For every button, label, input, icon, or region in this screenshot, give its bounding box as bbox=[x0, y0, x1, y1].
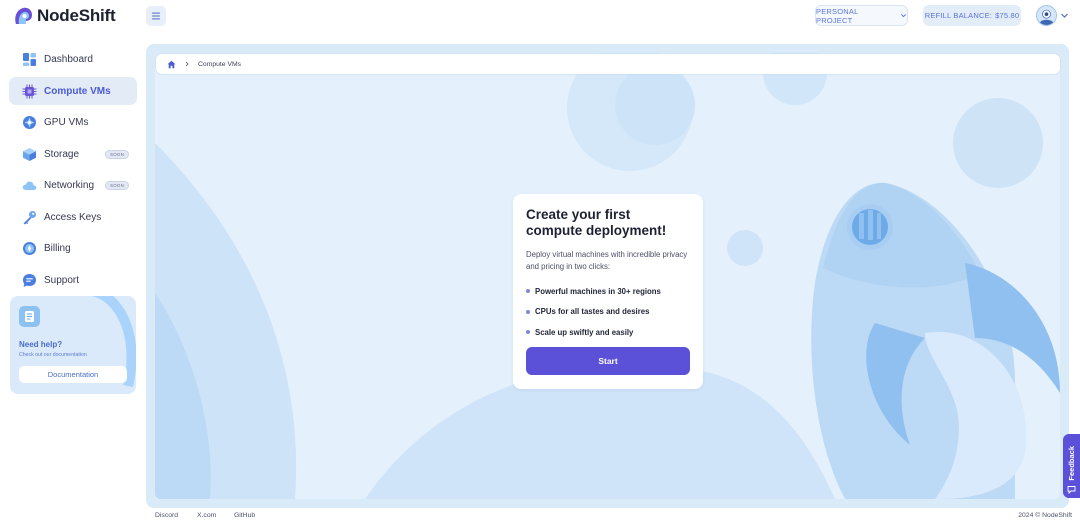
footer-link-x[interactable]: X.com bbox=[197, 512, 216, 519]
dashboard-icon bbox=[22, 52, 37, 67]
feedback-tab[interactable]: Feedback bbox=[1063, 434, 1080, 498]
sidebar-item-compute-vms[interactable]: Compute VMs bbox=[9, 77, 137, 105]
nodeshift-logo[interactable]: NodeShift bbox=[12, 5, 116, 27]
bullet-icon bbox=[526, 309, 530, 314]
list-item: Powerful machines in 30+ regions bbox=[526, 281, 690, 302]
support-icon bbox=[22, 273, 37, 288]
feedback-label: Feedback bbox=[1067, 446, 1076, 481]
copyright: 2024 © NodeShift bbox=[1018, 512, 1072, 519]
chip-icon bbox=[22, 84, 37, 99]
empty-state-card: Create your first compute deployment! De… bbox=[513, 194, 703, 389]
list-item: Scale up swiftly and easily bbox=[526, 322, 690, 343]
sidebar-item-networking[interactable]: Networking SOON bbox=[9, 171, 137, 199]
refill-balance-button[interactable]: REFILL BALANCE: $75.80 bbox=[923, 5, 1021, 26]
sidebar-item-label: Support bbox=[44, 274, 80, 286]
home-icon[interactable] bbox=[167, 60, 176, 69]
avatar bbox=[1036, 5, 1057, 26]
cloud-icon bbox=[22, 178, 37, 193]
storage-icon bbox=[22, 147, 37, 162]
start-button[interactable]: Start bbox=[526, 347, 690, 375]
sidebar-item-support[interactable]: Support bbox=[9, 266, 137, 294]
chevron-down-icon bbox=[1061, 13, 1068, 18]
feature-text: Powerful machines in 30+ regions bbox=[535, 286, 661, 296]
user-avatar-icon bbox=[1037, 6, 1056, 25]
footer: Discord X.com GitHub 2024 © NodeShift bbox=[0, 512, 1080, 522]
documentation-button[interactable]: Documentation bbox=[19, 366, 127, 383]
card-title: Create your first compute deployment! bbox=[526, 207, 667, 238]
key-icon bbox=[22, 210, 37, 225]
gpu-icon bbox=[22, 115, 37, 130]
user-menu[interactable] bbox=[1036, 5, 1069, 26]
list-item: CPUs for all tastes and desires bbox=[526, 302, 690, 323]
feedback-icon bbox=[1067, 486, 1076, 494]
sidebar-item-label: Compute VMs bbox=[44, 85, 111, 97]
feature-text: CPUs for all tastes and desires bbox=[535, 307, 650, 317]
nodeshift-logo-icon bbox=[15, 7, 33, 24]
project-selector[interactable]: PERSONAL PROJECT bbox=[815, 5, 908, 26]
soon-badge: SOON bbox=[105, 150, 130, 159]
sidebar-item-label: Networking bbox=[44, 179, 95, 191]
feature-list: Powerful machines in 30+ regions CPUs fo… bbox=[526, 281, 690, 343]
sidebar-item-billing[interactable]: Billing bbox=[9, 234, 137, 262]
help-card: Need help? Check out our documentation D… bbox=[10, 296, 136, 394]
sidebar-item-label: Billing bbox=[44, 242, 71, 254]
hamburger-icon bbox=[152, 12, 160, 20]
sidebar-item-gpu-vms[interactable]: GPU VMs bbox=[9, 108, 137, 136]
sidebar-item-dashboard[interactable]: Dashboard bbox=[9, 45, 137, 73]
balance-label: REFILL BALANCE: bbox=[924, 11, 993, 20]
chevron-right-icon bbox=[185, 61, 189, 67]
menu-toggle-button[interactable] bbox=[146, 6, 166, 26]
footer-link-github[interactable]: GitHub bbox=[234, 512, 255, 519]
document-icon bbox=[19, 306, 40, 327]
chevron-down-icon bbox=[901, 14, 907, 18]
feature-text: Scale up swiftly and easily bbox=[535, 327, 634, 337]
sidebar-item-label: Dashboard bbox=[44, 53, 93, 65]
project-label: PERSONAL PROJECT bbox=[816, 6, 859, 25]
help-title: Need help? bbox=[19, 340, 63, 349]
help-subtitle: Check out our documentation bbox=[19, 352, 87, 358]
footer-link-discord[interactable]: Discord bbox=[155, 512, 178, 519]
sidebar-item-label: Access Keys bbox=[44, 211, 102, 223]
breadcrumb: Compute VMs bbox=[156, 54, 1060, 74]
app-name: NodeShift bbox=[37, 6, 116, 25]
card-description: Deploy virtual machines with incredible … bbox=[526, 250, 688, 271]
billing-icon bbox=[22, 241, 37, 256]
breadcrumb-current: Compute VMs bbox=[198, 60, 242, 68]
sidebar-item-storage[interactable]: Storage SOON bbox=[9, 140, 137, 168]
balance-value: $75.80 bbox=[995, 11, 1020, 20]
sidebar-item-access-keys[interactable]: Access Keys bbox=[9, 203, 137, 231]
sidebar-item-label: Storage bbox=[44, 148, 80, 160]
soon-badge: SOON bbox=[105, 181, 130, 190]
sidebar-item-label: GPU VMs bbox=[44, 116, 89, 128]
bullet-icon bbox=[526, 330, 530, 335]
bullet-icon bbox=[526, 289, 530, 294]
